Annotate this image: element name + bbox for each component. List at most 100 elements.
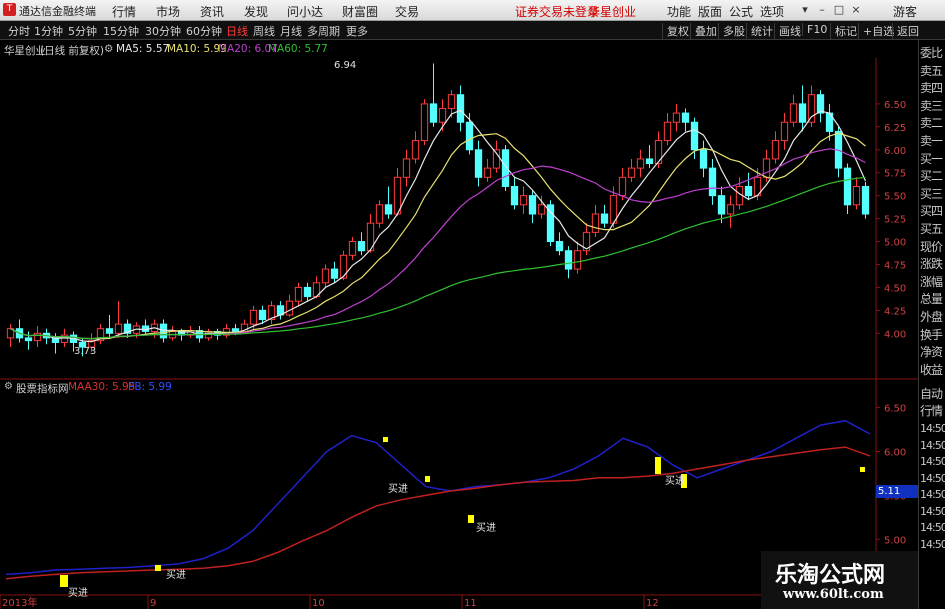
tab-daily[interactable]: 日线 xyxy=(226,23,248,39)
candle-body xyxy=(105,328,114,334)
indicator-gear-icon[interactable]: ⚙ xyxy=(4,381,13,392)
tab-15min[interactable]: 15分钟 xyxy=(103,23,139,39)
candle-body xyxy=(438,107,447,123)
pb-line xyxy=(5,419,871,576)
tick-time: 14:50 xyxy=(920,438,945,452)
menu-market[interactable]: 市场 xyxy=(156,3,180,20)
add-watchlist-button[interactable]: +自选 xyxy=(858,23,894,39)
menu-quotes[interactable]: 行情 xyxy=(112,3,136,20)
tab-weekly[interactable]: 周线 xyxy=(253,23,275,39)
y-tick-label: 6.25 xyxy=(884,123,906,134)
menu-news[interactable]: 资讯 xyxy=(200,3,224,20)
menu-function[interactable]: 功能 xyxy=(667,3,691,20)
buy-signal-label: 买进 xyxy=(166,570,186,581)
low-price-label: 3.73 xyxy=(74,346,97,357)
stats-button[interactable]: 统计 xyxy=(746,23,773,39)
x-tick-label: 10 xyxy=(312,598,325,609)
auto-button[interactable]: 自动 xyxy=(920,385,943,402)
quote-field-label: 涨幅 xyxy=(920,274,943,289)
quote-field-label: 买一 xyxy=(920,151,943,166)
tab-timeshare[interactable]: 分时 xyxy=(8,23,30,39)
candle-body xyxy=(357,241,366,252)
buy-signal-marker xyxy=(155,565,161,571)
candle-body xyxy=(654,140,663,165)
candle-body xyxy=(816,94,825,114)
tick-time: 14:50 xyxy=(920,422,945,435)
y-tick-label: 4.50 xyxy=(884,283,906,294)
buy-signal-marker xyxy=(860,467,865,472)
menu-trade[interactable]: 交易 xyxy=(395,3,419,20)
candle-body xyxy=(681,112,690,123)
candle-body xyxy=(321,268,330,284)
menu-ask[interactable]: 问小达 xyxy=(287,3,323,20)
adjust-button[interactable]: 复权 xyxy=(662,23,689,39)
tab-5min[interactable]: 5分钟 xyxy=(68,23,97,39)
candle-body xyxy=(861,185,870,215)
candle-body xyxy=(402,158,411,178)
y-tick-label: 5.25 xyxy=(884,215,906,226)
menu-options[interactable]: 选项 xyxy=(760,3,784,20)
mark-button[interactable]: 标记 xyxy=(830,23,857,39)
title-bar: T 通达信金融终端 行情 市场 资讯 发现 问小达 财富圈 交易 证券交易未登录… xyxy=(0,0,945,21)
menu-discover[interactable]: 发现 xyxy=(244,3,268,20)
back-button[interactable]: 返回 xyxy=(892,23,919,39)
minimize-icon[interactable]: – xyxy=(815,3,829,16)
candle-body xyxy=(645,158,654,165)
candle-body xyxy=(627,167,636,178)
tab-monthly[interactable]: 月线 xyxy=(280,23,302,39)
candle-body xyxy=(519,195,528,206)
candle-body xyxy=(258,309,267,321)
quote-field-label: 卖二 xyxy=(920,116,943,131)
buy-signal-marker xyxy=(60,575,68,587)
watermark-title: 乐淘公式网 xyxy=(775,562,886,588)
candle-body xyxy=(33,332,42,342)
candle-body xyxy=(789,103,798,123)
tab-more[interactable]: 更多 xyxy=(346,23,368,39)
tab-multi[interactable]: 多周期 xyxy=(307,23,340,39)
quotes-button[interactable]: 行情 xyxy=(920,402,943,419)
candle-body xyxy=(375,204,384,224)
maa30-line xyxy=(5,446,871,580)
candle-body xyxy=(636,158,645,169)
draw-button[interactable]: 画线 xyxy=(774,23,801,39)
tab-60min[interactable]: 60分钟 xyxy=(186,23,222,39)
buy-signal-label: 买进 xyxy=(476,523,496,534)
candle-body xyxy=(600,213,609,224)
quote-field-label: 总量 xyxy=(920,292,943,307)
tick-time: 14:50 xyxy=(920,537,945,551)
menu-wealth[interactable]: 财富圈 xyxy=(342,3,378,20)
f10-button[interactable]: F10 xyxy=(802,23,827,36)
candle-body xyxy=(744,185,753,197)
menu-arrow-icon[interactable]: ▾ xyxy=(798,3,812,16)
maximize-icon[interactable]: □ xyxy=(832,3,846,16)
candle-body xyxy=(303,286,312,298)
x-tick-label: 12 xyxy=(646,598,659,609)
close-icon[interactable]: × xyxy=(849,3,863,16)
tick-time: 14:50 xyxy=(920,521,945,534)
candle-body xyxy=(528,195,537,215)
tick-time: 14:50 xyxy=(920,455,945,468)
menu-layout[interactable]: 版面 xyxy=(698,3,722,20)
tick-time: 14:50 xyxy=(920,488,945,501)
candle-body xyxy=(699,149,708,169)
y-tick-label: 6.00 xyxy=(884,447,906,458)
tab-30min[interactable]: 30分钟 xyxy=(145,23,181,39)
guest-label[interactable]: 游客 xyxy=(893,3,917,20)
login-notice[interactable]: 证券交易未登录 xyxy=(515,3,599,20)
candle-body xyxy=(231,328,240,332)
app-logo-icon: T xyxy=(3,3,16,16)
maa30-label: MAA30: 5.95 xyxy=(68,381,136,393)
quote-field-label: 买四 xyxy=(920,204,943,219)
candle-body xyxy=(411,140,420,160)
y-tick-label: 6.50 xyxy=(884,100,906,111)
menu-formula[interactable]: 公式 xyxy=(729,3,753,20)
candle-body xyxy=(420,103,429,142)
multi-stock-button[interactable]: 多股 xyxy=(718,23,745,39)
overlay-button[interactable]: 叠加 xyxy=(690,23,717,39)
quote-field-label: 买三 xyxy=(920,186,943,201)
candle-body xyxy=(114,323,123,334)
app-title: 通达信金融终端 xyxy=(19,5,96,18)
tab-1min[interactable]: 1分钟 xyxy=(34,23,63,39)
quote-field-label: 买五 xyxy=(920,222,943,236)
kline-chart[interactable]: 6.50 6.25 6.00 5.75 5.50 5.25 5.00 4.75 4.50 4.25… xyxy=(0,40,918,609)
